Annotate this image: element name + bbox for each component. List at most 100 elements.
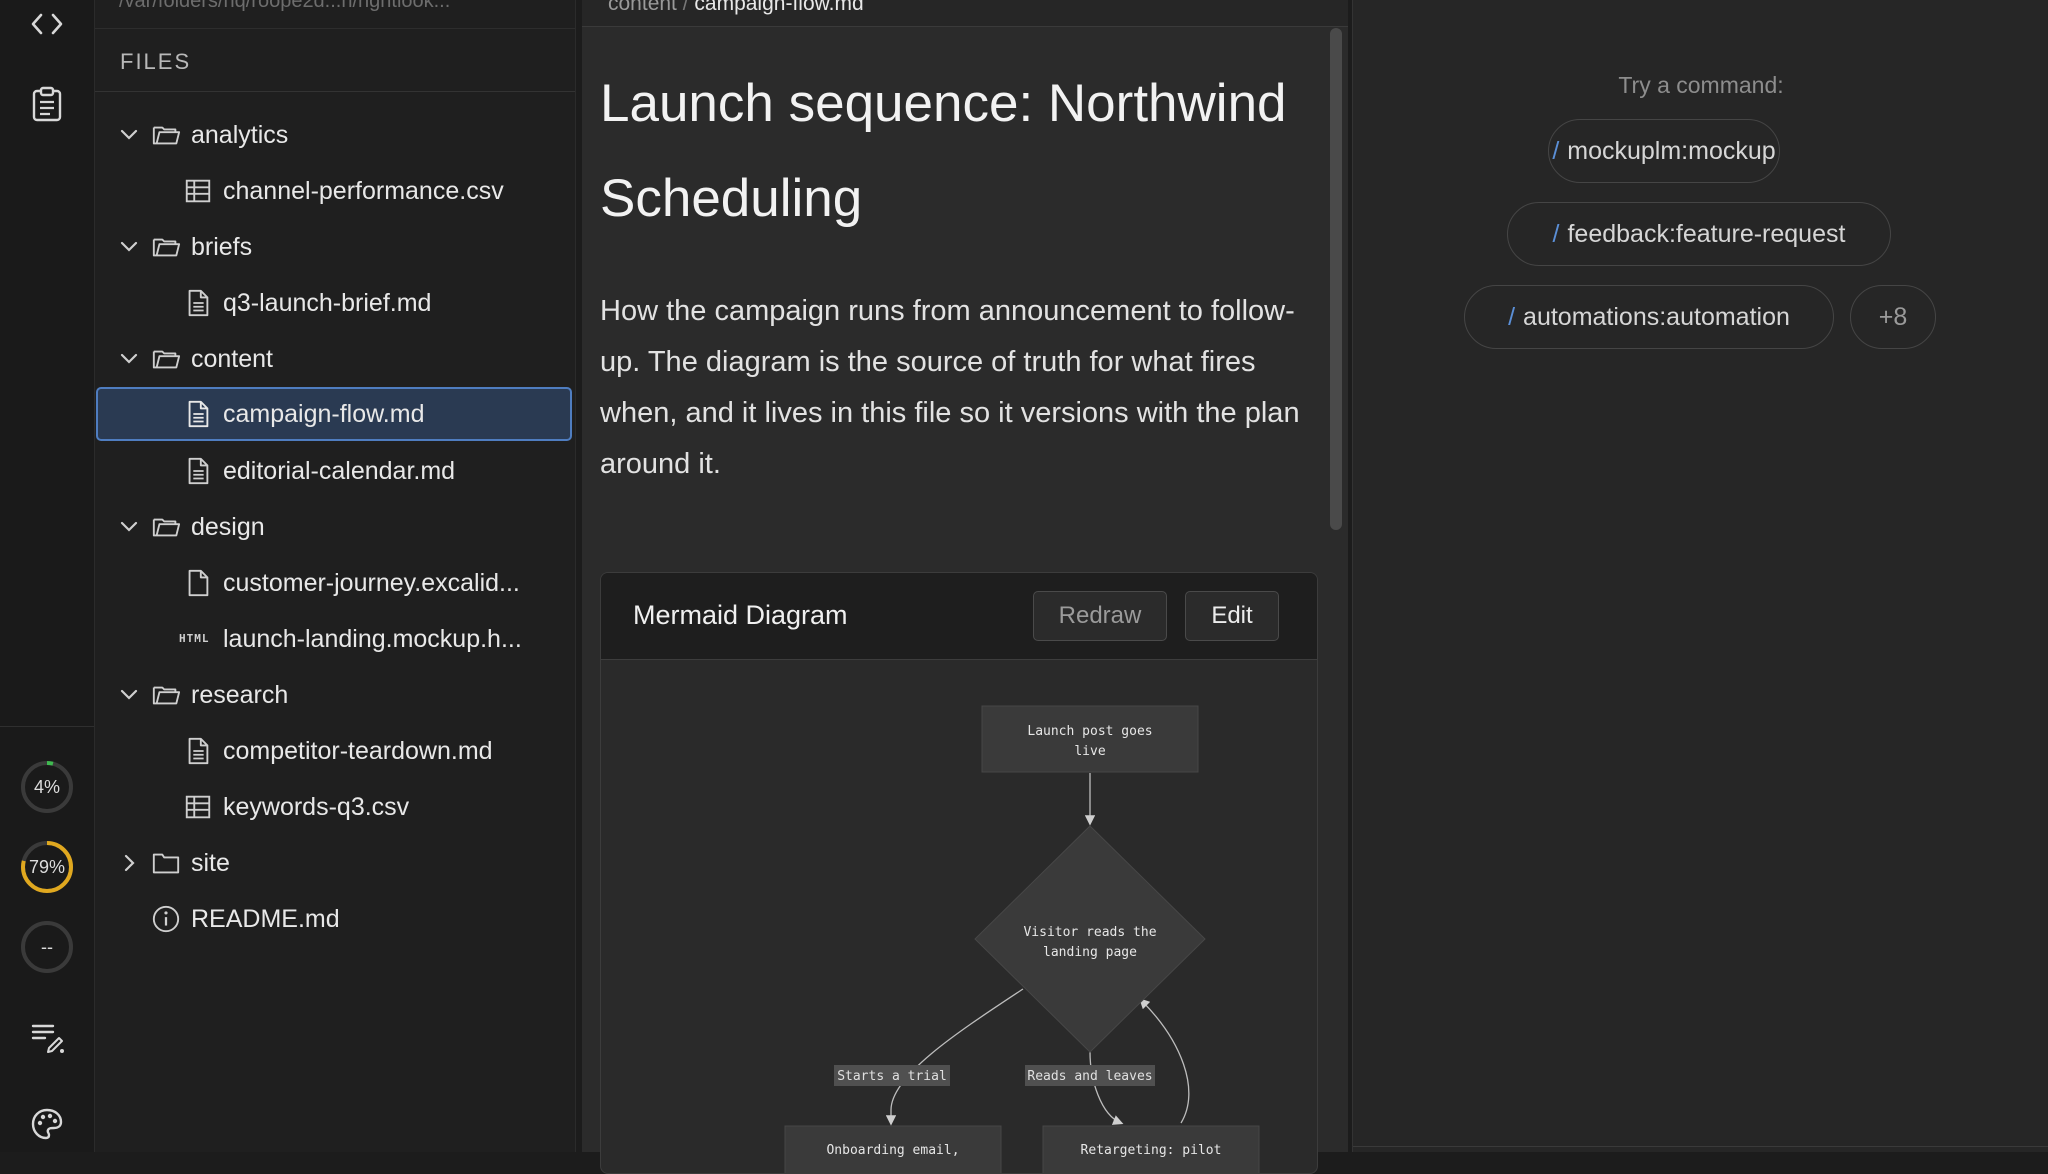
editor-tab-bar: content / campaign-flow.md xyxy=(582,0,1348,27)
tree-label: keywords-q3.csv xyxy=(223,792,410,821)
tree-label: design xyxy=(191,512,265,541)
tree-label: campaign-flow.md xyxy=(223,399,425,428)
tree-folder-design[interactable]: design xyxy=(97,500,571,554)
palette-icon[interactable] xyxy=(27,1104,67,1144)
code-icon[interactable] xyxy=(27,4,67,44)
document-icon xyxy=(188,737,209,765)
tree-file-launch-landing[interactable]: HTML launch-landing.mockup.h... xyxy=(97,612,571,666)
tree-folder-content[interactable]: content xyxy=(97,332,571,386)
usage-ring-2-label: 79% xyxy=(28,856,66,877)
tree-label: README.md xyxy=(191,904,340,933)
chevron-down-icon xyxy=(120,241,138,252)
folder-open-icon xyxy=(152,518,181,537)
chevron-right-icon xyxy=(124,854,135,872)
folder-open-icon xyxy=(152,686,181,705)
usage-ring-1[interactable]: 4% xyxy=(18,758,76,816)
try-command-label: Try a command: xyxy=(1618,72,1784,98)
document-icon xyxy=(188,289,209,317)
tree-folder-research[interactable]: research xyxy=(97,668,571,722)
tree-file-customer-journey[interactable]: customer-journey.excalid... xyxy=(97,556,571,610)
tree-label: content xyxy=(191,344,274,373)
edit-list-icon[interactable] xyxy=(27,1016,67,1056)
usage-ring-1-label: 4% xyxy=(33,776,60,797)
document-icon xyxy=(188,457,209,485)
html-badge-icon: HTML xyxy=(179,632,210,645)
command-chip-label: mockuplm:mockup xyxy=(1567,136,1776,165)
explorer-path: /var/folders/hq/roope2d...n/rightlook... xyxy=(119,0,451,12)
tree-label: site xyxy=(191,848,230,877)
tree-file-editorial-calendar[interactable]: editorial-calendar.md xyxy=(97,444,571,498)
tree-label: launch-landing.mockup.h... xyxy=(223,624,522,653)
activity-rail: 4% 79% -- xyxy=(0,0,95,1152)
node-launch-post-text-1: Launch post goes xyxy=(1027,724,1152,739)
edge-reads-leaves xyxy=(1089,1051,1124,1125)
chevron-down-icon xyxy=(120,353,138,364)
tree-folder-analytics[interactable]: analytics xyxy=(97,108,571,162)
command-chip-mockup[interactable]: / mockuplm:mockup xyxy=(1548,119,1780,183)
tree-label: briefs xyxy=(191,232,253,261)
file-explorer: /var/folders/hq/roope2d...n/rightlook...… xyxy=(95,0,576,1152)
redraw-button[interactable]: Redraw xyxy=(1033,591,1167,641)
tree-label: editorial-calendar.md xyxy=(223,456,456,485)
chevron-down-icon xyxy=(120,521,138,532)
command-chip-automation[interactable]: / automations:automation xyxy=(1464,285,1834,349)
tree-label: analytics xyxy=(191,120,289,149)
command-chip-label: automations:automation xyxy=(1523,302,1790,331)
node-retargeting-text: Retargeting: pilot xyxy=(1081,1143,1222,1158)
tree-file-readme[interactable]: README.md xyxy=(97,892,571,946)
slash-icon: / xyxy=(1552,136,1560,165)
tree-file-channel-performance[interactable]: channel-performance.csv xyxy=(97,164,571,218)
document-icon xyxy=(188,400,209,428)
node-launch-post-text-2: live xyxy=(1074,744,1105,759)
node-onboarding-text: Onboarding email, xyxy=(826,1143,959,1158)
node-visitor-text-1: Visitor reads the xyxy=(1023,925,1156,940)
flowchart: Launch post goes live Visitor reads the … xyxy=(784,705,1260,1173)
tree-folder-briefs[interactable]: briefs xyxy=(97,220,571,274)
folder-open-icon xyxy=(152,126,181,145)
tree-file-competitor-teardown[interactable]: competitor-teardown.md xyxy=(97,724,571,778)
edge-retarget-loop xyxy=(1139,998,1190,1124)
tree-folder-site[interactable]: site xyxy=(97,836,571,890)
assistant-bottom-border xyxy=(1353,1146,2048,1147)
breadcrumb-folder[interactable]: content xyxy=(608,0,677,15)
document-title: Launch sequence: Northwind Scheduling xyxy=(600,74,1287,228)
files-header-label: FILES xyxy=(120,49,192,74)
rail-divider xyxy=(0,726,94,727)
folder-open-icon xyxy=(152,238,181,257)
table-icon xyxy=(185,795,211,819)
edge-starts-trial xyxy=(885,988,1024,1126)
chevron-down-icon xyxy=(120,689,138,700)
tree-label: channel-performance.csv xyxy=(223,176,504,205)
diagram-header: Mermaid Diagram Redraw Edit xyxy=(601,573,1317,660)
diagram-title: Mermaid Diagram xyxy=(633,600,848,630)
edit-button[interactable]: Edit xyxy=(1185,591,1279,641)
node-launch-post xyxy=(981,705,1199,773)
tree-label: research xyxy=(191,680,289,709)
clipboard-icon[interactable] xyxy=(27,84,67,124)
tree-label: customer-journey.excalid... xyxy=(223,568,520,597)
breadcrumb[interactable]: content / campaign-flow.md xyxy=(608,0,864,16)
edge-label-leaves: Reads and leaves xyxy=(1027,1069,1152,1084)
folder-open-icon xyxy=(152,350,181,369)
node-visitor-text-2: landing page xyxy=(1043,945,1137,960)
usage-ring-3[interactable]: -- xyxy=(18,918,76,976)
command-chip-label: feedback:feature-request xyxy=(1567,219,1846,248)
breadcrumb-file[interactable]: campaign-flow.md xyxy=(694,0,863,15)
tree-label: competitor-teardown.md xyxy=(223,736,493,765)
tree-file-campaign-flow[interactable]: campaign-flow.md xyxy=(96,387,572,441)
file-icon xyxy=(188,569,209,597)
assistant-pane: Try a command: / mockuplm:mockup / feedb… xyxy=(1352,0,2048,1152)
edge-label-trial: Starts a trial xyxy=(837,1069,947,1084)
slash-icon: / xyxy=(1552,219,1560,248)
slash-icon: / xyxy=(1508,302,1516,331)
tree-file-keywords-q3[interactable]: keywords-q3.csv xyxy=(97,780,571,834)
table-icon xyxy=(185,179,211,203)
scrollbar[interactable] xyxy=(1330,28,1342,530)
folder-closed-icon xyxy=(152,853,180,874)
tree-file-q3-launch-brief[interactable]: q3-launch-brief.md xyxy=(97,276,571,330)
usage-ring-2[interactable]: 79% xyxy=(18,838,76,896)
document-paragraph: How the campaign runs from announcement … xyxy=(600,295,1300,480)
command-chip-feature-request[interactable]: / feedback:feature-request xyxy=(1507,202,1891,266)
chevron-down-icon xyxy=(120,129,138,140)
more-commands-chip[interactable]: +8 xyxy=(1850,285,1936,349)
